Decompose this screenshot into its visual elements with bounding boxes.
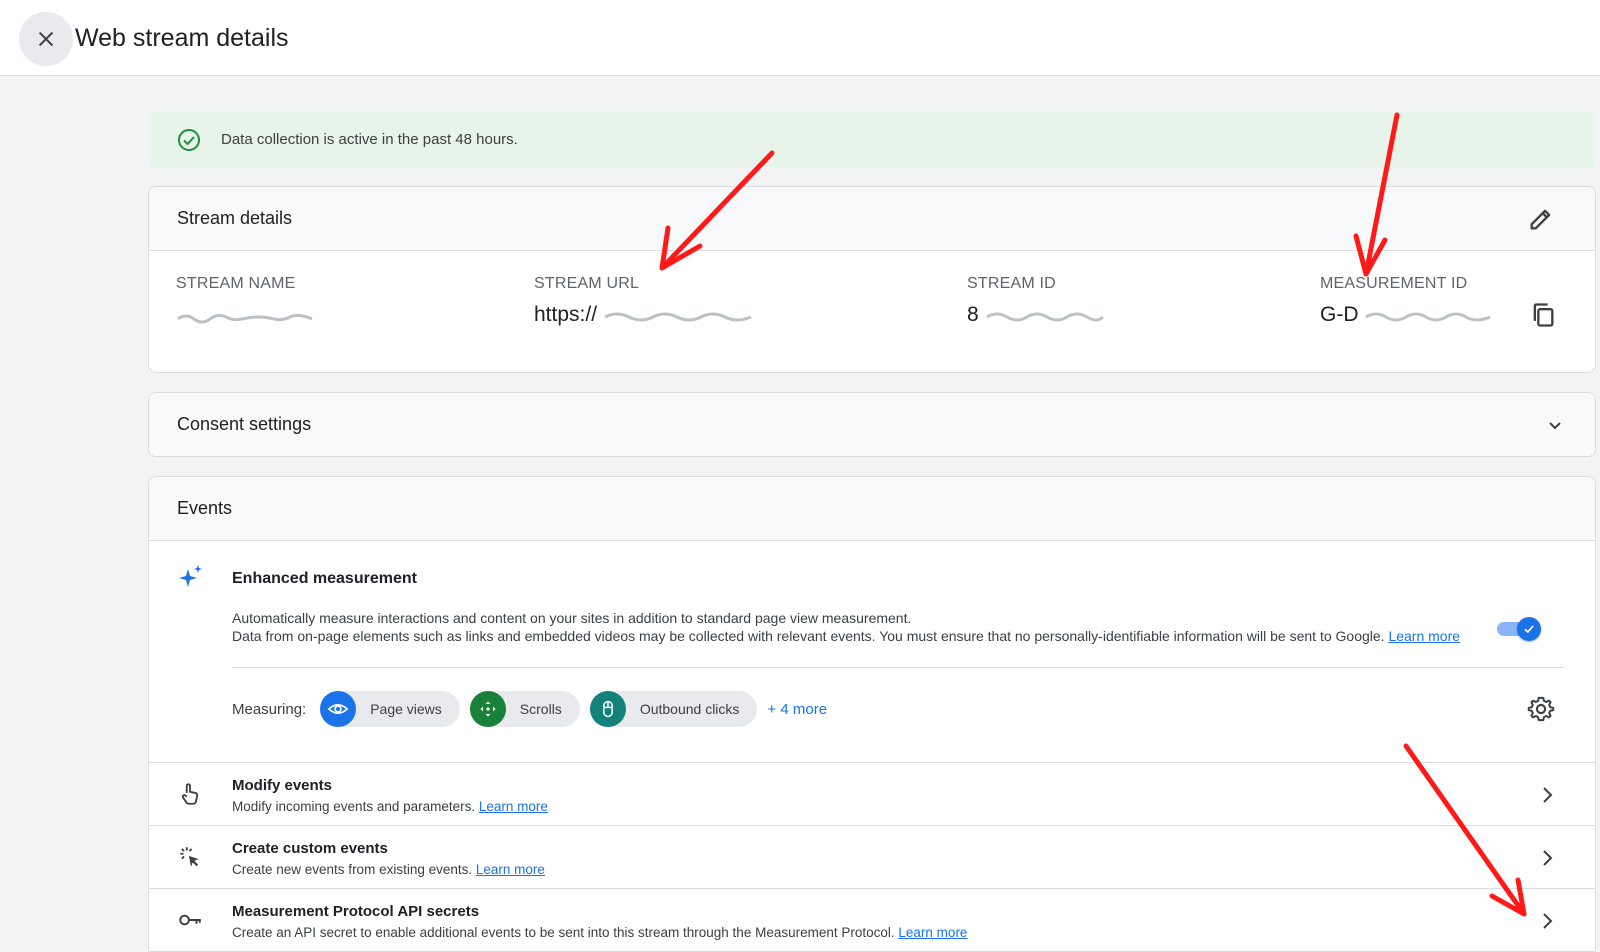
redacted-mark	[985, 312, 1104, 322]
learn-more-link[interactable]: Learn more	[479, 799, 548, 814]
row-title: Modify events	[232, 777, 333, 794]
gear-icon[interactable]	[1527, 695, 1555, 723]
enhanced-measurement-toggle[interactable]	[1497, 617, 1541, 641]
learn-more-link[interactable]: Learn more	[476, 862, 545, 877]
chip-page-views[interactable]: Page views	[320, 691, 460, 727]
stream-name-field: STREAM NAME	[176, 275, 316, 327]
modify-events-row[interactable]: Modify events Modify incoming events and…	[149, 763, 1595, 826]
scroll-icon	[469, 691, 506, 727]
stream-name-label: STREAM NAME	[176, 275, 296, 292]
stream-id-value: 8	[967, 303, 1105, 327]
measurement-id-field: MEASUREMENT ID G-D	[1320, 275, 1494, 327]
edit-icon[interactable]	[1527, 205, 1555, 233]
chip-label: Page views	[370, 701, 442, 717]
eye-icon	[320, 691, 357, 727]
more-measuring-link[interactable]: + 4 more	[767, 701, 827, 718]
stream-id-field: STREAM ID 8	[967, 275, 1105, 327]
chip-scrolls[interactable]: Scrolls	[469, 691, 580, 727]
learn-more-link[interactable]: Learn more	[898, 925, 967, 940]
touch-icon	[181, 783, 199, 805]
toggle-knob	[1517, 617, 1541, 641]
banner-text: Data collection is active in the past 48…	[221, 131, 518, 148]
row-description: Create new events from existing events. …	[232, 862, 545, 877]
stream-details-card: Stream details STREAM NAME STREAM URL ht…	[148, 186, 1596, 373]
chip-label: Scrolls	[519, 701, 562, 717]
chevron-right-icon	[1543, 913, 1553, 929]
page-title: Web stream details	[75, 24, 289, 52]
measurement-id-label: MEASUREMENT ID	[1320, 275, 1468, 292]
chip-label: Outbound clicks	[639, 701, 740, 717]
consent-settings-header[interactable]: Consent settings	[149, 393, 1595, 456]
copy-icon[interactable]	[1529, 301, 1557, 329]
events-header: Events	[149, 477, 1595, 541]
top-bar: Web stream details	[0, 0, 1600, 76]
row-title: Measurement Protocol API secrets	[232, 903, 480, 920]
events-card: Events Enhanced measurement Automaticall…	[148, 476, 1596, 952]
enhanced-desc-line2: Data from on-page elements such as links…	[232, 628, 1461, 644]
close-icon	[38, 31, 54, 47]
create-custom-events-row[interactable]: Create custom events Create new events f…	[149, 826, 1595, 889]
measuring-row: Measuring: Page views Scrolls Outbound c…	[232, 691, 827, 727]
key-icon	[179, 914, 201, 926]
chevron-right-icon	[1543, 787, 1553, 803]
enhanced-measurement-description: Automatically measure interactions and c…	[232, 609, 1472, 645]
stream-details-header: Stream details	[149, 187, 1595, 251]
check-circle-icon	[178, 128, 200, 151]
row-description: Modify incoming events and parameters. L…	[232, 799, 548, 814]
divider	[232, 667, 1565, 668]
consent-settings-card[interactable]: Consent settings	[148, 392, 1596, 457]
check-icon	[1524, 625, 1534, 634]
chip-outbound-clicks[interactable]: Outbound clicks	[589, 691, 758, 727]
measurement-protocol-row[interactable]: Measurement Protocol API secrets Create …	[149, 889, 1595, 952]
chevron-down-icon	[1549, 422, 1561, 430]
consent-settings-title: Consent settings	[177, 414, 312, 434]
sparkle-icon	[179, 565, 202, 587]
stream-name-value	[176, 303, 316, 327]
stream-url-value: https://	[534, 303, 753, 327]
events-title: Events	[177, 498, 233, 518]
measurement-id-value: G-D	[1320, 303, 1494, 327]
redacted-mark	[604, 312, 752, 322]
data-collection-banner: Data collection is active in the past 48…	[149, 112, 1595, 167]
stream-id-label: STREAM ID	[967, 275, 1056, 292]
redacted-mark	[177, 314, 313, 324]
chevron-right-icon	[1543, 850, 1553, 866]
close-button[interactable]	[19, 12, 73, 66]
enhanced-desc-line1: Automatically measure interactions and c…	[232, 610, 912, 626]
mouse-icon	[589, 691, 626, 727]
click-sparkle-icon	[180, 847, 199, 867]
enhanced-measurement-title: Enhanced measurement	[232, 570, 417, 587]
stream-url-label: STREAM URL	[534, 275, 640, 292]
learn-more-link[interactable]: Learn more	[1388, 628, 1460, 644]
measuring-label: Measuring:	[232, 700, 307, 718]
row-description: Create an API secret to enable additiona…	[232, 925, 968, 940]
row-title: Create custom events	[232, 840, 388, 857]
stream-url-field: STREAM URL https://	[534, 275, 753, 327]
redacted-mark	[1365, 312, 1491, 322]
stream-details-title: Stream details	[177, 208, 293, 228]
enhanced-measurement-section: Enhanced measurement Automatically measu…	[149, 541, 1595, 763]
